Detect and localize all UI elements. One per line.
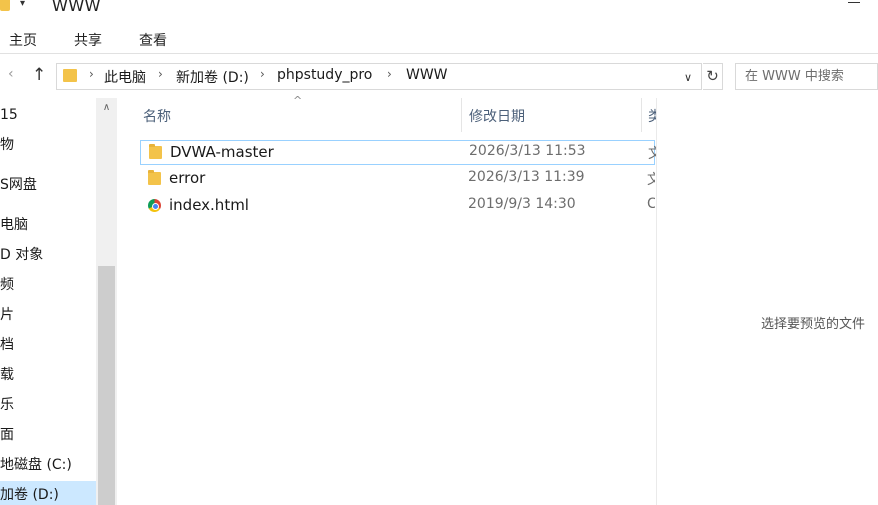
breadcrumb-separator[interactable]: › — [89, 67, 94, 81]
file-date: 2026/3/13 11:53 — [469, 143, 586, 159]
scroll-up-icon[interactable]: ∧ — [96, 98, 117, 118]
nav-scrollbar[interactable]: ∧ — [96, 98, 117, 505]
folder-icon — [0, 0, 10, 11]
window-title: WWW — [52, 0, 101, 15]
nav-item[interactable]: 面 — [0, 421, 96, 449]
folder-icon — [148, 170, 161, 185]
address-bar[interactable]: › 此电脑 › 新加卷 (D:) › phpstudy_pro › WWW — [56, 63, 702, 90]
ribbon-tabs: 主页 共享 查看 — [0, 16, 878, 54]
file-name: index.html — [169, 196, 249, 214]
breadcrumb-separator[interactable]: › — [260, 67, 265, 81]
nav-item[interactable]: D 对象 — [0, 241, 96, 269]
nav-item[interactable]: 频 — [0, 271, 96, 299]
title-bar: ▾ WWW — [0, 0, 878, 16]
nav-item[interactable]: 地磁盘 (C:) — [0, 451, 96, 479]
nav-item[interactable]: S网盘 — [0, 171, 96, 199]
refresh-button[interactable]: ↻ — [703, 63, 723, 90]
column-header-date[interactable]: 修改日期 — [469, 106, 525, 126]
breadcrumb-phpstudy-pro[interactable]: phpstudy_pro — [277, 67, 372, 83]
nav-item[interactable]: 档 — [0, 331, 96, 359]
column-divider[interactable] — [641, 98, 642, 132]
column-header-type[interactable]: 类 — [648, 106, 656, 126]
column-divider[interactable] — [461, 98, 462, 132]
breadcrumb-separator[interactable]: › — [387, 67, 392, 81]
file-row[interactable]: error 2026/3/13 11:39 文 — [140, 167, 655, 192]
chrome-html-icon — [148, 199, 161, 212]
search-box[interactable] — [735, 63, 878, 90]
address-history-dropdown-icon[interactable]: ∨ — [684, 71, 692, 84]
breadcrumb-separator[interactable]: › — [158, 67, 163, 81]
breadcrumb-this-pc[interactable]: 此电脑 — [104, 67, 146, 87]
preview-message: 选择要预览的文件 — [761, 317, 866, 332]
file-type: C — [647, 196, 655, 212]
preview-pane: 选择要预览的文件 — [656, 98, 878, 505]
nav-item[interactable]: 物 — [0, 131, 96, 159]
search-input[interactable] — [736, 64, 876, 89]
file-list: ^ 名称 修改日期 类 DVWA-master 2026/3/13 11:53 … — [118, 94, 656, 505]
tab-share[interactable]: 共享 — [74, 30, 102, 50]
nav-item[interactable]: 载 — [0, 361, 96, 389]
breadcrumb-drive-d[interactable]: 新加卷 (D:) — [176, 67, 249, 87]
scroll-thumb[interactable] — [98, 266, 115, 505]
file-row[interactable]: index.html 2019/9/3 14:30 C — [140, 194, 655, 219]
nav-item[interactable]: 电脑 — [0, 211, 96, 239]
file-date: 2019/9/3 14:30 — [468, 196, 576, 212]
file-name: DVWA-master — [170, 143, 274, 161]
nav-item[interactable]: 乐 — [0, 391, 96, 419]
breadcrumb-www[interactable]: WWW — [406, 67, 448, 83]
file-type: 文 — [648, 146, 656, 162]
tab-home[interactable]: 主页 — [9, 30, 37, 50]
folder-icon — [149, 144, 162, 159]
column-header-name[interactable]: 名称 — [143, 106, 171, 126]
nav-item-selected[interactable]: 加卷 (D:) — [0, 481, 96, 505]
file-row[interactable]: DVWA-master 2026/3/13 11:53 文 — [140, 140, 656, 165]
nav-item[interactable]: 15 — [0, 101, 96, 129]
back-button[interactable]: ‹ — [8, 66, 14, 82]
tab-view[interactable]: 查看 — [139, 30, 167, 50]
folder-icon — [63, 69, 77, 82]
file-name: error — [169, 169, 206, 187]
nav-item[interactable]: 片 — [0, 301, 96, 329]
file-date: 2026/3/13 11:39 — [468, 169, 585, 185]
up-button[interactable]: ↑ — [32, 65, 46, 85]
minimize-button[interactable] — [848, 2, 860, 3]
sort-ascending-icon: ^ — [293, 94, 303, 107]
file-type: 文 — [647, 172, 655, 188]
quick-access-dropdown-icon[interactable]: ▾ — [20, 0, 25, 9]
